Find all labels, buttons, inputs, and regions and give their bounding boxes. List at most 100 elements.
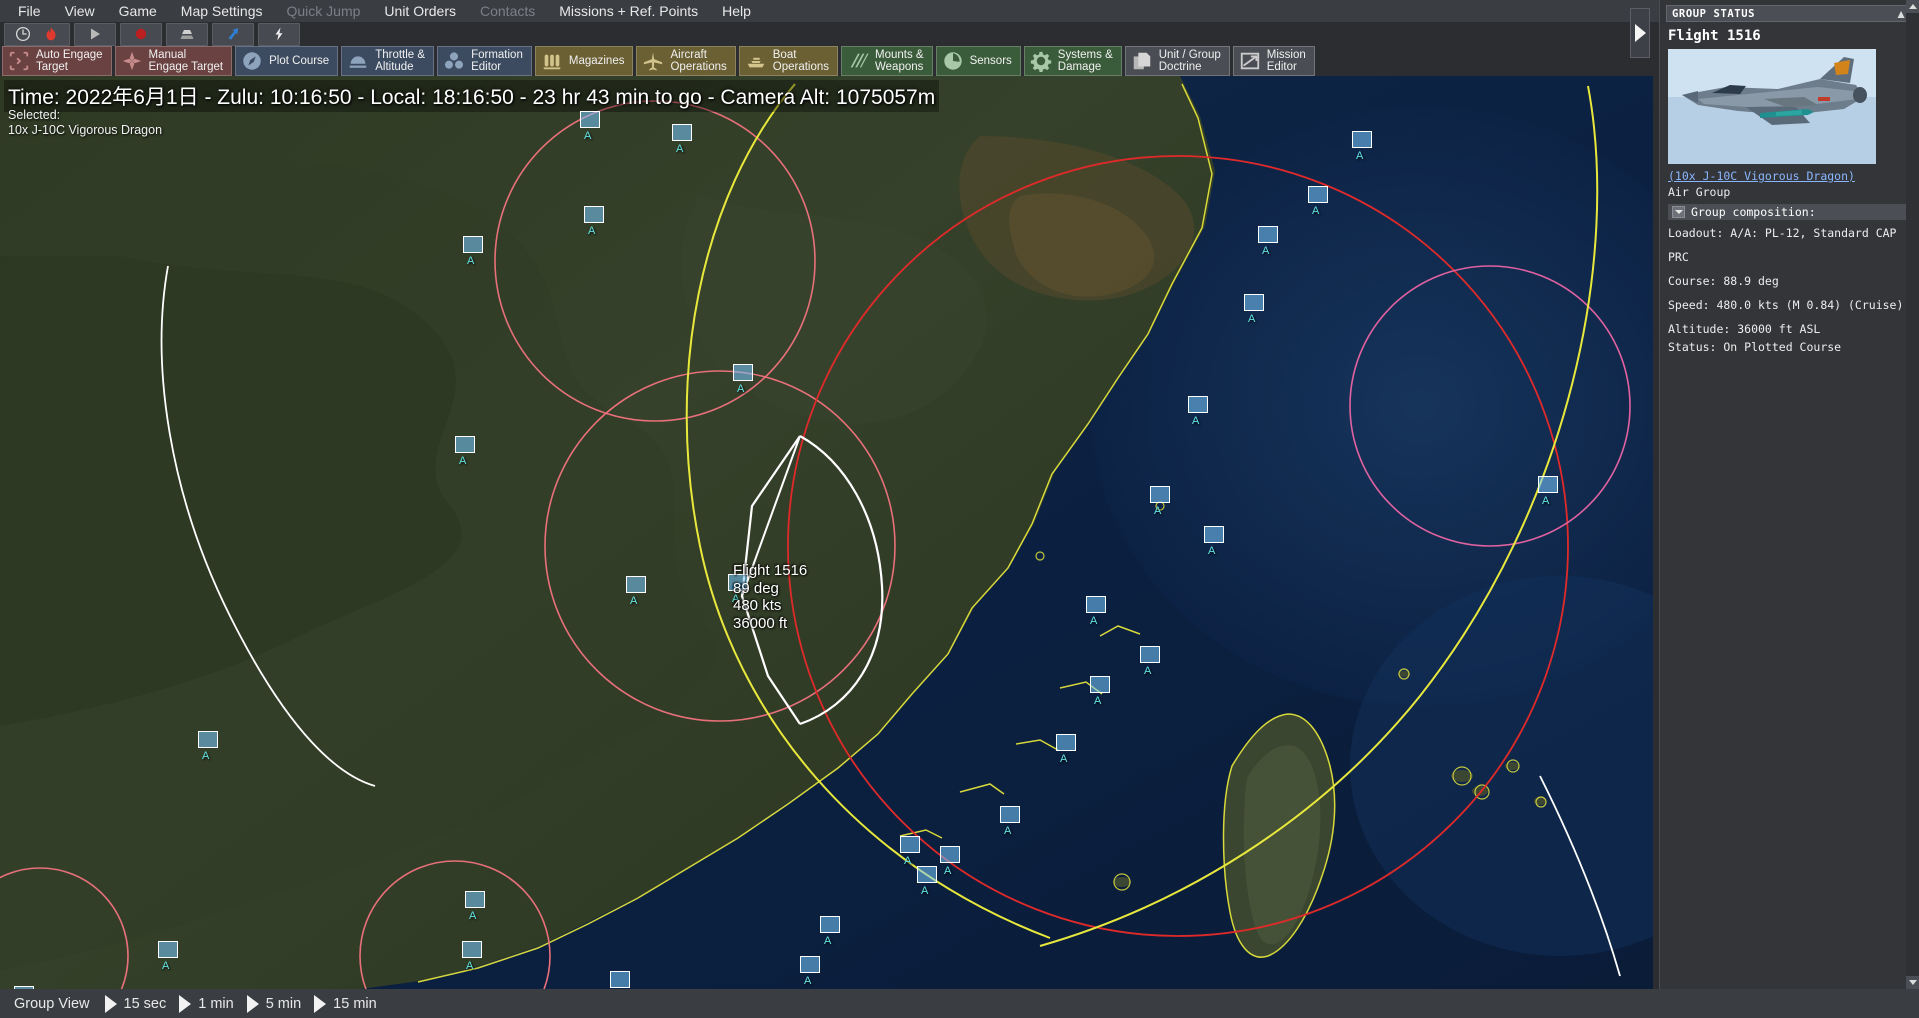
contact-icon[interactable]	[1000, 806, 1020, 823]
plot-course-button[interactable]: Plot Course	[235, 46, 339, 76]
map-contact[interactable]: A	[465, 891, 485, 922]
map-contact[interactable]: A	[1352, 131, 1372, 162]
formation-editor-button[interactable]: Formation Editor	[437, 46, 532, 76]
menu-item-help[interactable]: Help	[710, 0, 763, 22]
map-contact[interactable]: A	[1244, 294, 1264, 325]
group-view-label[interactable]: Group View	[6, 996, 98, 1012]
map-contact[interactable]: A	[1000, 806, 1020, 837]
menu-item-game[interactable]: Game	[107, 0, 169, 22]
contact-icon[interactable]	[1086, 596, 1106, 613]
mounts-weapons-button[interactable]: Mounts & Weapons	[841, 46, 933, 76]
contact-icon[interactable]	[940, 846, 960, 863]
map-contact[interactable]: A	[820, 916, 840, 947]
time-step-15sec[interactable]: 15 sec	[98, 994, 173, 1013]
menu-item-file[interactable]: File	[6, 0, 53, 22]
map-contact[interactable]: A	[455, 436, 475, 467]
map-contact[interactable]: A	[917, 866, 937, 897]
aircraft-operations-button[interactable]: Aircraft Operations	[636, 46, 736, 76]
clock-icon[interactable]	[15, 26, 31, 42]
contact-icon[interactable]	[610, 971, 630, 988]
mission-editor-button[interactable]: Mission Editor	[1232, 46, 1315, 76]
time-step-1min[interactable]: 1 min	[172, 994, 239, 1013]
map-contact[interactable]: A	[158, 941, 178, 972]
map-contact[interactable]: A	[626, 576, 646, 607]
contact-icon[interactable]	[1244, 294, 1264, 311]
throttle-altitude-button[interactable]: Throttle & Altitude	[341, 46, 435, 76]
panel-scrollbar[interactable]	[1906, 0, 1919, 989]
group-status-header[interactable]: GROUP STATUS ▲	[1666, 5, 1913, 22]
manual-engage-target-button[interactable]: Manual Engage Target	[114, 46, 233, 76]
time-step-15min[interactable]: 15 min	[307, 994, 383, 1013]
contact-icon[interactable]	[1090, 676, 1110, 693]
map-contact[interactable]: A	[1188, 396, 1208, 427]
contact-icon[interactable]	[1140, 646, 1160, 663]
chevron-down-icon[interactable]	[1672, 206, 1685, 218]
map-viewport[interactable]: Time: 2022年6月1日 - Zulu: 10:16:50 - Local…	[0, 76, 1653, 989]
time-fire-group[interactable]	[4, 22, 70, 46]
map-contact[interactable]: A	[800, 956, 820, 987]
map-contact[interactable]: A	[1258, 226, 1278, 257]
menu-item-missions-ref-points[interactable]: Missions + Ref. Points	[547, 0, 710, 22]
scroll-down-button[interactable]	[1906, 976, 1919, 989]
move-unit-button[interactable]	[212, 22, 254, 46]
arrow-up-right-icon[interactable]	[225, 26, 241, 42]
map-contact[interactable]: A	[580, 111, 600, 142]
contact-icon[interactable]	[626, 576, 646, 593]
flame-icon[interactable]	[43, 26, 59, 42]
contact-icon[interactable]	[1538, 476, 1558, 493]
panel-toggle-button[interactable]	[1630, 8, 1650, 58]
systems-damage-button[interactable]: Systems & Damage	[1023, 46, 1122, 76]
contact-icon[interactable]	[1352, 131, 1372, 148]
play-icon[interactable]	[87, 26, 103, 42]
boat-operations-button[interactable]: Boat Operations	[738, 46, 839, 76]
map-contact[interactable]: A	[463, 236, 483, 267]
unit-link[interactable]: (10x J-10C Vigorous Dragon)	[1668, 169, 1913, 183]
contact-icon[interactable]	[1258, 226, 1278, 243]
map-canvas[interactable]	[0, 76, 1653, 989]
group-composition-row[interactable]: Group composition:	[1668, 204, 1913, 220]
contact-icon[interactable]	[1308, 186, 1328, 203]
map-contact[interactable]: A	[610, 971, 630, 988]
map-contact[interactable]: A	[1090, 676, 1110, 707]
contact-icon[interactable]	[158, 941, 178, 958]
contact-icon[interactable]	[820, 916, 840, 933]
contact-icon[interactable]	[463, 236, 483, 253]
map-contact[interactable]: A	[1204, 526, 1224, 557]
contact-icon[interactable]	[1204, 526, 1224, 543]
contact-icon[interactable]	[580, 111, 600, 128]
contact-icon[interactable]	[1188, 396, 1208, 413]
contact-icon[interactable]	[917, 866, 937, 883]
map-contact[interactable]: A	[584, 206, 604, 237]
contact-icon[interactable]	[465, 891, 485, 908]
layers-icon[interactable]	[179, 26, 195, 42]
auto-engage-target-button[interactable]: Auto Engage Target	[2, 46, 112, 76]
record-icon[interactable]	[133, 26, 149, 42]
map-contact[interactable]: A	[462, 941, 482, 972]
record-button[interactable]	[120, 22, 162, 46]
map-contact[interactable]: A	[1086, 596, 1106, 627]
lightning-icon[interactable]	[271, 26, 287, 42]
time-step-5min[interactable]: 5 min	[240, 994, 307, 1013]
play-button[interactable]	[74, 22, 116, 46]
map-contact[interactable]: A	[1140, 646, 1160, 677]
magazines-button[interactable]: Magazines	[534, 46, 634, 76]
contact-icon[interactable]	[900, 836, 920, 853]
contact-icon[interactable]	[800, 956, 820, 973]
menu-item-map-settings[interactable]: Map Settings	[169, 0, 275, 22]
contact-icon[interactable]	[584, 206, 604, 223]
contact-icon[interactable]	[462, 941, 482, 958]
unit-group-doctrine-button[interactable]: Unit / Group Doctrine	[1124, 46, 1230, 76]
map-contact[interactable]: A	[940, 846, 960, 877]
contact-icon[interactable]	[733, 364, 753, 381]
map-contact[interactable]: A	[733, 364, 753, 395]
layers-button[interactable]	[166, 22, 208, 46]
contact-icon[interactable]	[672, 124, 692, 141]
map-contact[interactable]: A	[1538, 476, 1558, 507]
quick-action-button[interactable]	[258, 22, 300, 46]
menu-item-unit-orders[interactable]: Unit Orders	[372, 0, 468, 22]
menu-item-view[interactable]: View	[53, 0, 107, 22]
map-contact[interactable]: A	[1150, 486, 1170, 517]
map-contact[interactable]: A	[672, 124, 692, 155]
contact-icon[interactable]	[455, 436, 475, 453]
map-contact[interactable]: A	[1056, 734, 1076, 765]
